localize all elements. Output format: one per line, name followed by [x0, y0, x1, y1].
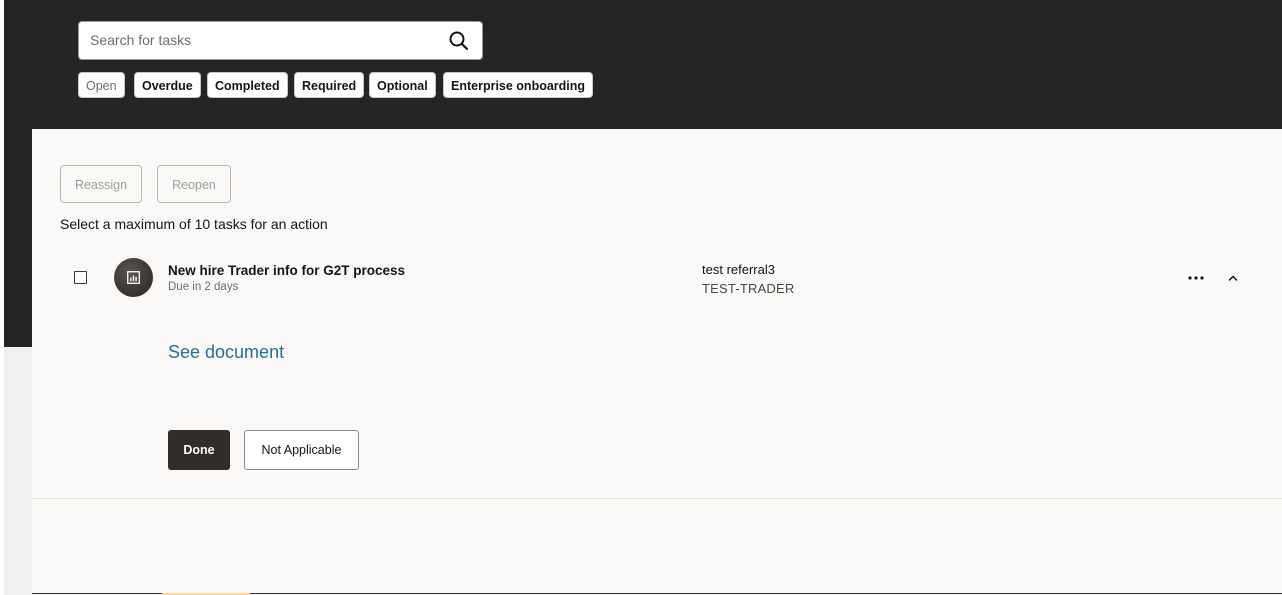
- search-input[interactable]: Search for tasks: [78, 21, 483, 60]
- search-icon[interactable]: [448, 30, 470, 52]
- selection-hint: Select a maximum of 10 tasks for an acti…: [60, 216, 328, 232]
- task-due: Due in 2 days: [168, 281, 239, 293]
- task-checkbox[interactable]: [74, 271, 87, 284]
- see-document-link[interactable]: See document: [168, 342, 284, 363]
- more-icon[interactable]: [1186, 269, 1206, 287]
- row-divider: [32, 498, 1282, 499]
- filter-chip-optional[interactable]: Optional: [369, 72, 436, 98]
- chevron-up-icon[interactable]: [1224, 269, 1242, 287]
- header-band-side: [4, 129, 32, 347]
- reassign-button[interactable]: Reassign: [60, 165, 142, 203]
- done-button[interactable]: Done: [168, 430, 230, 470]
- task-avatar: [114, 258, 153, 297]
- task-panel: Reassign Reopen Select a maximum of 10 t…: [32, 129, 1282, 593]
- page-side: [4, 347, 32, 595]
- filter-chip-enterprise-onboarding[interactable]: Enterprise onboarding: [443, 72, 594, 98]
- filter-chip-required[interactable]: Required: [294, 72, 365, 98]
- filter-chip-open[interactable]: Open: [78, 72, 125, 98]
- search-placeholder: Search for tasks: [90, 32, 192, 48]
- filter-chip-completed[interactable]: Completed: [207, 72, 288, 98]
- not-applicable-button[interactable]: Not Applicable: [244, 430, 359, 470]
- reopen-button[interactable]: Reopen: [157, 165, 231, 203]
- assignee-name: test referral3: [702, 262, 775, 277]
- chart-icon: [127, 271, 140, 284]
- filter-chip-overdue[interactable]: Overdue: [134, 72, 201, 98]
- assignee-role: TEST-TRADER: [702, 281, 795, 296]
- header-band: [4, 0, 1282, 129]
- task-title[interactable]: New hire Trader info for G2T process: [168, 263, 405, 278]
